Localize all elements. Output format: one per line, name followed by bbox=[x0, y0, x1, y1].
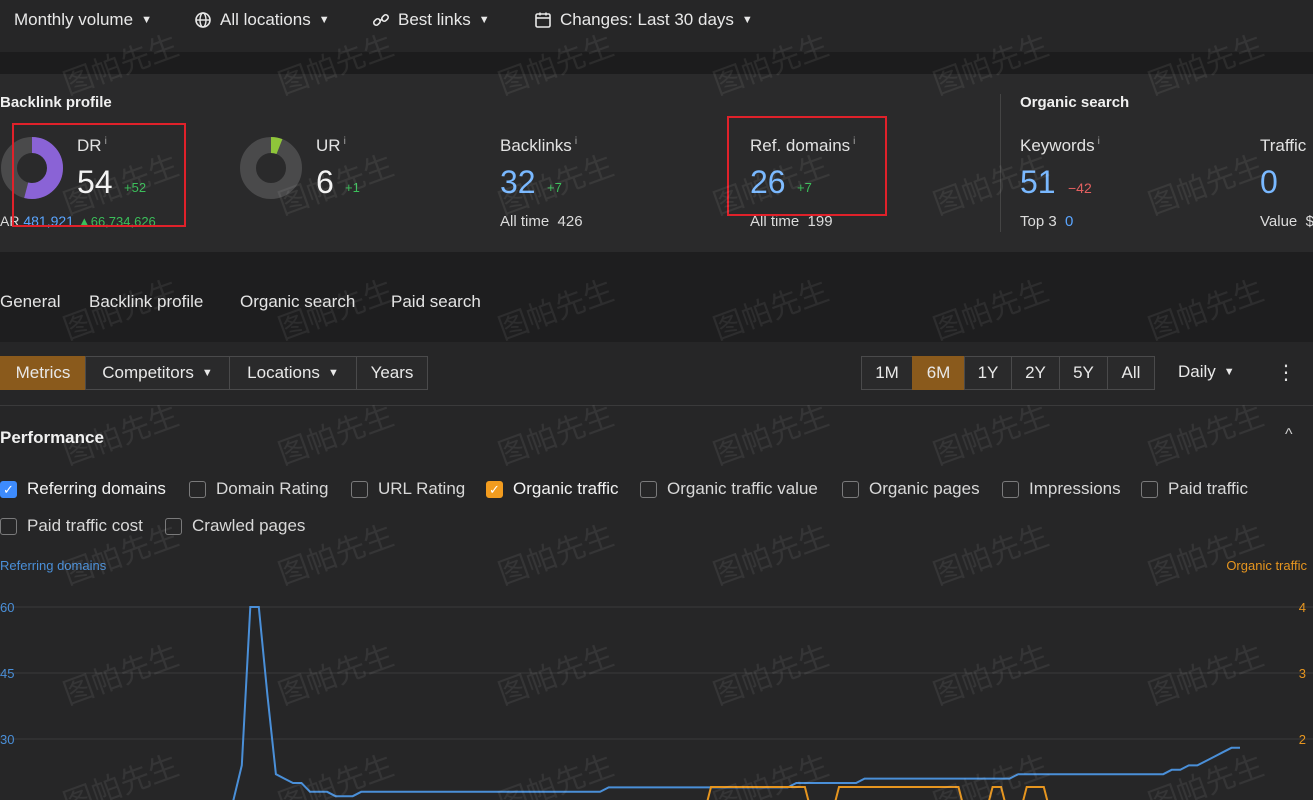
performance-title: Performance bbox=[0, 428, 104, 447]
backlinks-value[interactable]: 32 bbox=[500, 164, 536, 201]
referring-domains-line bbox=[232, 606, 1240, 800]
best-links-dropdown[interactable]: Best links ▼ bbox=[372, 10, 490, 30]
left-tick-label: 60 bbox=[0, 600, 14, 615]
collapse-chevron-icon[interactable]: ^ bbox=[1285, 426, 1293, 444]
backlinks-label: Backlinks i bbox=[500, 136, 578, 155]
checkbox-organic-traffic-value[interactable]: Organic traffic value bbox=[640, 479, 818, 499]
keywords-value[interactable]: 51 bbox=[1020, 164, 1056, 201]
organic-search-title: Organic search bbox=[1020, 94, 1130, 111]
checkbox-impressions[interactable]: Impressions bbox=[1002, 479, 1121, 499]
tab-organic-search[interactable]: Organic search bbox=[240, 292, 355, 312]
best-links-label: Best links bbox=[398, 10, 471, 29]
traffic-value-amount: $ bbox=[1305, 213, 1313, 230]
checkbox-url-rating[interactable]: URL Rating bbox=[351, 479, 465, 499]
keywords-top3: Top 3 0 bbox=[1020, 213, 1074, 230]
locations-dropdown[interactable]: All locations ▼ bbox=[194, 10, 330, 30]
tab-backlink-profile[interactable]: Backlink profile bbox=[89, 292, 203, 312]
app-page: Monthly volume ▼ All locations ▼ Best li… bbox=[0, 0, 1313, 800]
monthly-volume-label: Monthly volume bbox=[14, 10, 134, 29]
range-1y-button[interactable]: 1Y bbox=[964, 356, 1012, 390]
link-icon bbox=[372, 11, 390, 29]
checkbox-empty-icon bbox=[640, 480, 657, 498]
keywords-top3-value[interactable]: 0 bbox=[1065, 213, 1073, 230]
dr-highlight-box bbox=[12, 123, 186, 227]
right-tick-label: 3 bbox=[1299, 666, 1306, 681]
performance-line-chart: 60 4 45 3 30 2 bbox=[0, 600, 1313, 800]
traffic-value[interactable]: 0 bbox=[1260, 164, 1278, 201]
ur-value: 6 bbox=[316, 164, 334, 200]
backlinks-all-time-value: 426 bbox=[557, 213, 583, 230]
locations-label: All locations bbox=[220, 10, 311, 29]
checkbox-checked-icon: ✓ bbox=[486, 480, 503, 498]
backlink-profile-title: Backlink profile bbox=[0, 94, 112, 111]
caret-down-icon: ▼ bbox=[741, 14, 753, 26]
ref-domains-highlight-box bbox=[727, 116, 887, 216]
info-icon[interactable]: i bbox=[344, 136, 346, 147]
checkbox-empty-icon bbox=[842, 480, 859, 498]
keywords-delta: −42 bbox=[1068, 180, 1092, 196]
right-tick-label: 2 bbox=[1299, 732, 1306, 747]
checkbox-empty-icon bbox=[1002, 480, 1019, 498]
interval-dropdown[interactable]: Daily ▼ bbox=[1178, 362, 1235, 382]
caret-down-icon: ▼ bbox=[327, 367, 339, 379]
checkbox-empty-icon bbox=[351, 480, 368, 498]
checkbox-empty-icon bbox=[189, 480, 206, 498]
left-tick-label: 30 bbox=[0, 732, 14, 747]
backlinks-all-time: All time 426 bbox=[500, 213, 583, 230]
changes-dropdown[interactable]: Changes: Last 30 days ▼ bbox=[534, 10, 753, 30]
tab-paid-search[interactable]: Paid search bbox=[391, 292, 481, 312]
locations-filter-dropdown[interactable]: Locations ▼ bbox=[229, 356, 357, 390]
checkbox-domain-rating[interactable]: Domain Rating bbox=[189, 479, 328, 499]
checkbox-empty-icon bbox=[0, 517, 17, 535]
info-icon[interactable]: i bbox=[1098, 136, 1100, 147]
left-tick-label: 45 bbox=[0, 666, 14, 681]
info-icon[interactable]: i bbox=[575, 136, 577, 147]
top-filter-bar: Monthly volume ▼ All locations ▼ Best li… bbox=[0, 0, 1313, 44]
checkbox-paid-traffic[interactable]: Paid traffic bbox=[1141, 479, 1248, 499]
checkbox-empty-icon bbox=[165, 517, 182, 535]
ur-donut-chart bbox=[240, 137, 302, 199]
organic-traffic-line bbox=[706, 786, 1049, 800]
checkbox-paid-traffic-cost[interactable]: Paid traffic cost bbox=[0, 516, 143, 536]
checkbox-empty-icon bbox=[1141, 480, 1158, 498]
range-all-button[interactable]: All bbox=[1107, 356, 1155, 390]
checkbox-organic-traffic[interactable]: ✓ Organic traffic bbox=[486, 479, 619, 499]
range-2y-button[interactable]: 2Y bbox=[1011, 356, 1060, 390]
overview-card: Backlink profile DR i 54 +52 AR 481,921 ▲… bbox=[0, 74, 1313, 252]
keywords-label: Keywords i bbox=[1020, 136, 1100, 155]
checkbox-crawled-pages[interactable]: Crawled pages bbox=[165, 516, 305, 536]
range-6m-button[interactable]: 6M bbox=[912, 356, 965, 390]
traffic-label: Traffic bbox=[1260, 136, 1307, 155]
checkbox-organic-pages[interactable]: Organic pages bbox=[842, 479, 980, 499]
caret-down-icon: ▼ bbox=[318, 14, 330, 26]
ur-delta: +1 bbox=[345, 180, 360, 195]
range-1m-button[interactable]: 1M bbox=[861, 356, 913, 390]
section-divider bbox=[1000, 94, 1001, 232]
tab-general[interactable]: General bbox=[0, 292, 60, 312]
left-axis-label: Referring domains bbox=[0, 558, 107, 573]
ur-label: UR i bbox=[316, 136, 346, 155]
metrics-button[interactable]: Metrics bbox=[0, 356, 86, 390]
checkbox-referring-domains[interactable]: ✓ Referring domains bbox=[0, 479, 166, 499]
backlinks-delta: +7 bbox=[547, 180, 562, 195]
caret-down-icon: ▼ bbox=[201, 367, 213, 379]
changes-label: Changes: Last 30 days bbox=[560, 10, 734, 29]
range-5y-button[interactable]: 5Y bbox=[1059, 356, 1108, 390]
caret-down-icon: ▼ bbox=[1223, 366, 1235, 378]
monthly-volume-dropdown[interactable]: Monthly volume ▼ bbox=[14, 10, 152, 30]
section-separator bbox=[0, 52, 1313, 74]
right-tick-label: 4 bbox=[1299, 600, 1306, 615]
more-options-icon[interactable]: ⋮ bbox=[1276, 360, 1296, 385]
globe-icon bbox=[194, 11, 212, 29]
traffic-value-row: Value $ bbox=[1260, 213, 1313, 230]
right-axis-label: Organic traffic bbox=[1226, 558, 1307, 573]
years-button[interactable]: Years bbox=[356, 356, 428, 390]
caret-down-icon: ▼ bbox=[478, 14, 490, 26]
calendar-icon bbox=[534, 11, 552, 29]
competitors-dropdown[interactable]: Competitors ▼ bbox=[85, 356, 230, 390]
caret-down-icon: ▼ bbox=[141, 14, 152, 26]
checkbox-checked-icon: ✓ bbox=[0, 480, 17, 498]
